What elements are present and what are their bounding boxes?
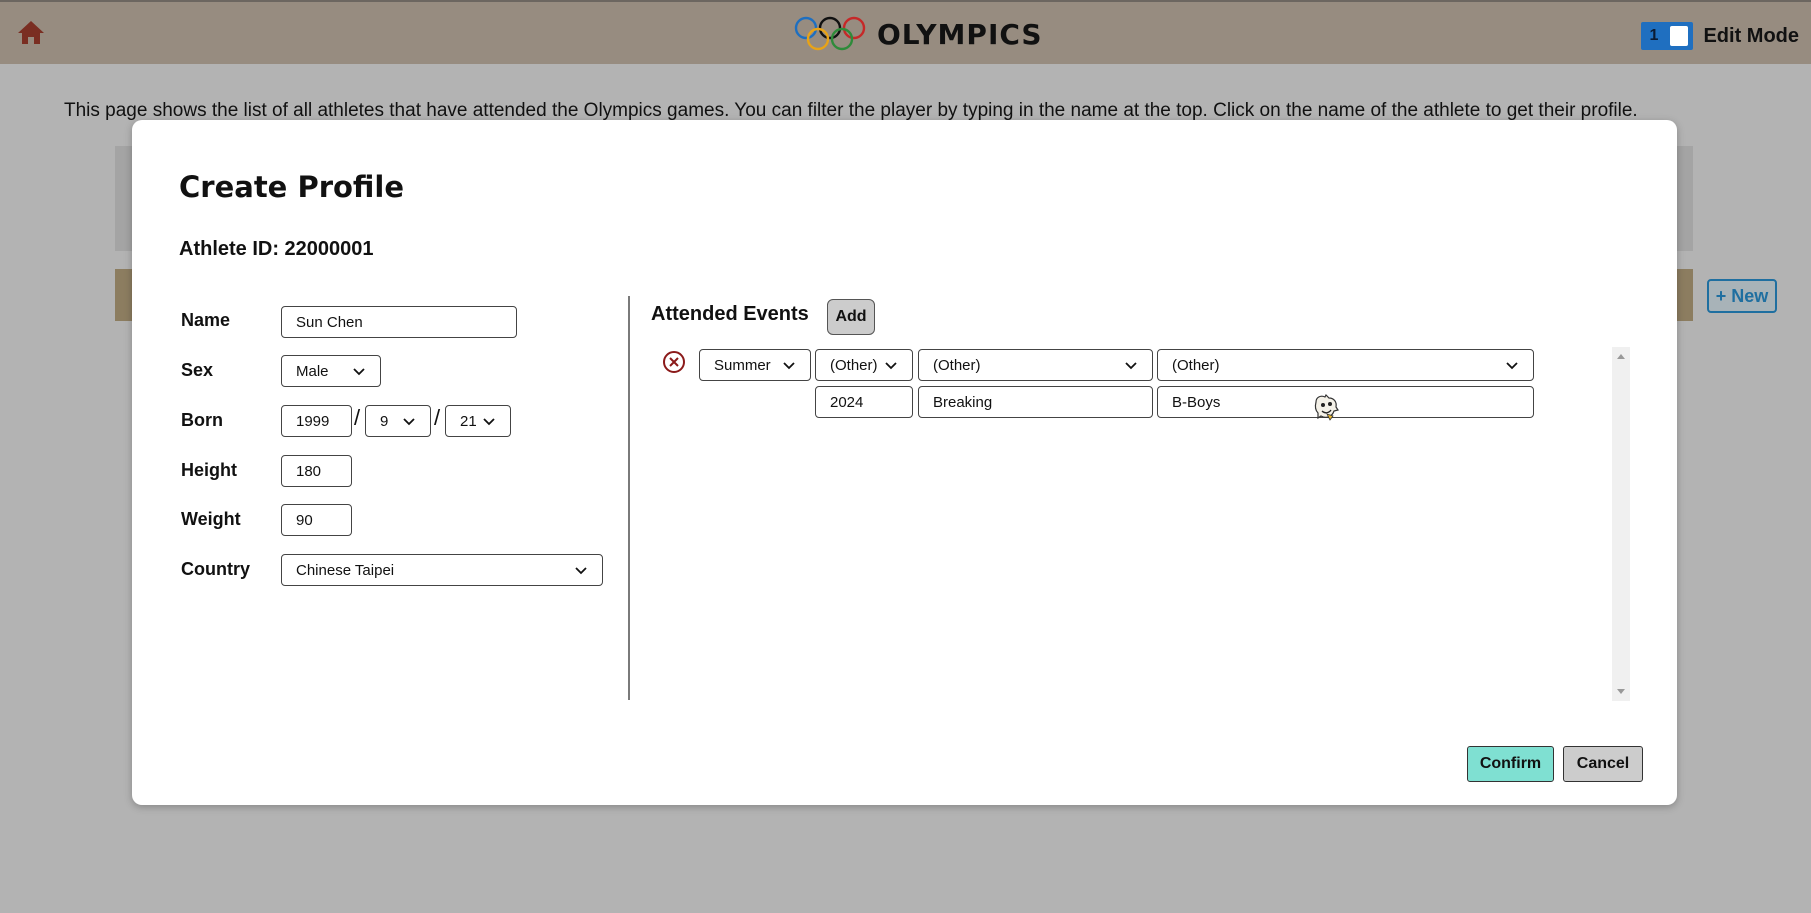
name-label: Name [181,310,231,330]
season-value: Summer [714,356,771,374]
country-select[interactable]: Chinese Taipei [281,554,603,586]
cancel-button[interactable]: Cancel [1563,746,1643,782]
app-title: OLYMPICS [877,17,1043,51]
chevron-down-icon [403,418,415,426]
chevron-down-icon [783,362,795,370]
edit-mode-label: Edit Mode [1703,24,1799,47]
event-select[interactable]: (Other) [1157,349,1534,381]
weight-label: Weight [181,509,241,529]
height-value: 180 [296,462,322,480]
scroll-down-icon[interactable] [1617,689,1625,694]
confirm-button[interactable]: Confirm [1467,746,1554,782]
year-select-value: (Other) [830,356,878,374]
born-year-value: 1999 [296,412,330,430]
born-day-value: 21 [460,412,477,430]
born-label: Born [181,410,223,430]
event-year-input[interactable]: 2024 [815,386,913,418]
remove-event-icon[interactable] [662,350,686,374]
chevron-down-icon [1506,362,1518,370]
name-input[interactable]: Sun Chen [281,306,517,338]
attended-events-title: Attended Events [651,303,809,325]
sport-select[interactable]: (Other) [918,349,1153,381]
edit-mode-toggle[interactable]: 1 [1641,22,1694,50]
weight-value: 90 [296,511,313,529]
country-value: Chinese Taipei [296,561,395,579]
home-icon[interactable] [16,18,46,46]
date-separator: / [354,405,361,430]
event-sport-value: Breaking [933,393,993,411]
olympic-rings-icon [794,16,866,51]
born-month-select[interactable]: 9 [365,405,431,437]
chevron-down-icon [1125,362,1137,370]
name-value: Sun Chen [296,313,363,331]
sport-select-value: (Other) [933,356,981,374]
event-year-value: 2024 [830,393,864,411]
chevron-down-icon [353,368,365,376]
chevron-down-icon [575,567,587,575]
page-description: This page shows the list of all athletes… [64,100,1638,121]
scroll-up-icon[interactable] [1617,354,1625,359]
chevron-down-icon [885,362,897,370]
born-year-input[interactable]: 1999 [281,405,352,437]
country-label: Country [181,559,250,579]
events-scrollbar[interactable] [1612,347,1630,701]
form-divider [628,296,630,700]
height-input[interactable]: 180 [281,455,352,487]
toggle-value: 1 [1649,27,1659,44]
event-name-value: B-Boys [1172,393,1221,411]
modal-title: Create Profile [179,170,405,204]
born-month-value: 9 [380,412,389,430]
add-event-button[interactable]: Add [827,299,875,335]
cursor-icon [1312,392,1340,422]
season-select[interactable]: Summer [699,349,811,381]
edit-mode: 1 Edit Mode [1641,22,1799,50]
new-athlete-button[interactable]: + New [1707,279,1777,313]
event-select-value: (Other) [1172,356,1220,374]
create-profile-modal: Create Profile Athlete ID: 22000001 Name… [132,120,1677,805]
weight-input[interactable]: 90 [281,504,352,536]
brand: OLYMPICS [793,14,1043,54]
height-label: Height [181,460,237,480]
sex-value: Male [296,362,329,380]
toggle-knob [1670,26,1689,46]
sex-label: Sex [181,360,214,380]
athlete-id: Athlete ID: 22000001 [179,238,374,260]
event-name-input[interactable]: B-Boys [1157,386,1534,418]
born-day-select[interactable]: 21 [445,405,511,437]
chevron-down-icon [483,418,495,426]
event-sport-input[interactable]: Breaking [918,386,1153,418]
sex-select[interactable]: Male [281,355,381,387]
date-separator: / [434,405,441,430]
year-select[interactable]: (Other) [815,349,913,381]
top-bar: OLYMPICS 1 Edit Mode [0,0,1811,64]
